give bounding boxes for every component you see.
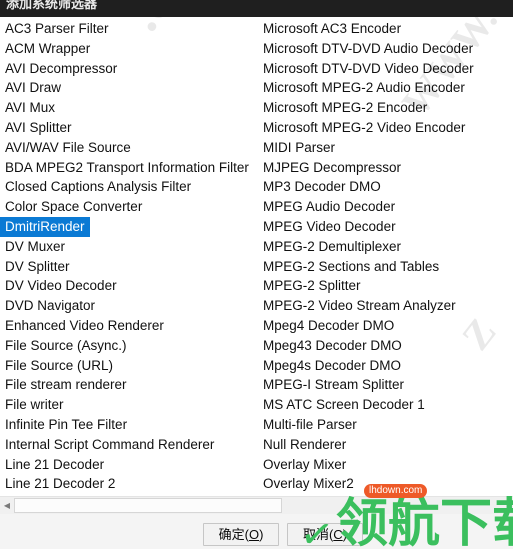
filter-list-column-right[interactable]: Microsoft AC3 Encoder Microsoft DTV-DVD A… <box>258 19 513 494</box>
list-item[interactable]: Microsoft AC3 Encoder <box>258 19 513 39</box>
list-item[interactable]: Microsoft MPEG-2 Audio Encoder <box>258 78 513 98</box>
list-item[interactable]: File stream renderer <box>0 375 258 395</box>
filter-list-column-left[interactable]: AC3 Parser Filter ACM Wrapper AVI Decompre… <box>0 19 258 494</box>
list-item[interactable]: Color Space Converter <box>0 197 258 217</box>
list-item[interactable]: MS ATC Screen Decoder 1 <box>258 395 513 415</box>
list-item[interactable]: AVI Draw <box>0 78 258 98</box>
list-item[interactable]: Microsoft DTV-DVD Audio Decoder <box>258 39 513 59</box>
list-item[interactable]: MJPEG Decompressor <box>258 158 513 178</box>
list-item[interactable]: Enhanced Video Renderer <box>0 316 258 336</box>
list-item[interactable]: MPEG-2 Splitter <box>258 276 513 296</box>
list-item[interactable]: Infinite Pin Tee Filter <box>0 415 258 435</box>
list-item[interactable]: Multi-file Parser <box>258 415 513 435</box>
ok-button-label: 确定( <box>218 527 249 542</box>
list-item[interactable]: Mpeg4 Decoder DMO <box>258 316 513 336</box>
list-item[interactable]: AVI Mux <box>0 98 258 118</box>
list-item[interactable]: DV Muxer <box>0 237 258 257</box>
list-item[interactable]: BDA MPEG2 Transport Information Filter <box>0 158 258 178</box>
list-item[interactable]: MP3 Decoder DMO <box>258 177 513 197</box>
filter-list[interactable]: AC3 Parser Filter ACM Wrapper AVI Decompre… <box>0 17 513 496</box>
list-item[interactable]: AVI Decompressor <box>0 59 258 79</box>
list-item[interactable]: ACM Wrapper <box>0 39 258 59</box>
list-item[interactable]: MPEG-I Stream Splitter <box>258 375 513 395</box>
list-item[interactable]: Closed Captions Analysis Filter <box>0 177 258 197</box>
ok-button[interactable]: 确定(O) <box>203 523 279 546</box>
list-item[interactable]: Microsoft DTV-DVD Video Decoder <box>258 59 513 79</box>
list-item[interactable]: AVI/WAV File Source <box>0 138 258 158</box>
list-item[interactable]: Line 21 Decoder 2 <box>0 474 258 494</box>
list-item[interactable]: MPEG Audio Decoder <box>258 197 513 217</box>
list-item[interactable]: MPEG-2 Video Stream Analyzer <box>258 296 513 316</box>
list-item[interactable]: MPEG Video Decoder <box>258 217 513 237</box>
list-item[interactable]: Line 21 Decoder <box>0 455 258 475</box>
scroll-left-arrow-icon[interactable]: ◀ <box>0 497 14 514</box>
list-item[interactable]: DmitriRender <box>0 216 258 237</box>
list-item[interactable]: File writer <box>0 395 258 415</box>
cancel-button-mnemonic: C <box>333 527 343 542</box>
list-item[interactable]: Mpeg4s Decoder DMO <box>258 356 513 376</box>
cancel-button[interactable]: 取消(C) <box>287 523 363 546</box>
list-item[interactable]: MPEG-2 Demultiplexer <box>258 237 513 257</box>
ok-button-suffix: ) <box>259 527 264 542</box>
list-item[interactable]: MIDI Parser <box>258 138 513 158</box>
dialog-button-bar: 确定(O) 取消(C) <box>0 514 513 549</box>
ok-button-mnemonic: O <box>248 527 260 542</box>
list-item[interactable]: MPEG-2 Sections and Tables <box>258 257 513 277</box>
scrollbar-thumb[interactable] <box>14 498 282 513</box>
list-item-selected[interactable]: DmitriRender <box>0 216 90 237</box>
cancel-button-label: 取消( <box>302 527 334 542</box>
list-item[interactable]: AC3 Parser Filter <box>0 19 258 39</box>
list-item[interactable]: AVI Splitter <box>0 118 258 138</box>
window-title: 添加系统筛选器 <box>6 0 98 11</box>
list-item[interactable]: DVD Navigator <box>0 296 258 316</box>
list-item[interactable]: Internal Script Command Renderer <box>0 435 258 455</box>
list-item[interactable]: Overlay Mixer <box>258 455 513 475</box>
cancel-button-suffix: ) <box>342 527 348 542</box>
list-item[interactable]: File Source (URL) <box>0 356 258 376</box>
list-item[interactable]: Microsoft MPEG-2 Encoder <box>258 98 513 118</box>
list-item[interactable]: DV Splitter <box>0 257 258 277</box>
window-titlebar: 添加系统筛选器 <box>0 0 513 17</box>
list-item[interactable]: Mpeg43 Decoder DMO <box>258 336 513 356</box>
list-item[interactable]: Overlay Mixer2 <box>258 474 513 494</box>
list-item[interactable]: Null Renderer <box>258 435 513 455</box>
list-item[interactable]: File Source (Async.) <box>0 336 258 356</box>
scrollbar-track[interactable] <box>14 497 513 514</box>
horizontal-scrollbar[interactable]: ◀ <box>0 496 513 514</box>
list-item[interactable]: DV Video Decoder <box>0 276 258 296</box>
list-item[interactable]: Microsoft MPEG-2 Video Encoder <box>258 118 513 138</box>
